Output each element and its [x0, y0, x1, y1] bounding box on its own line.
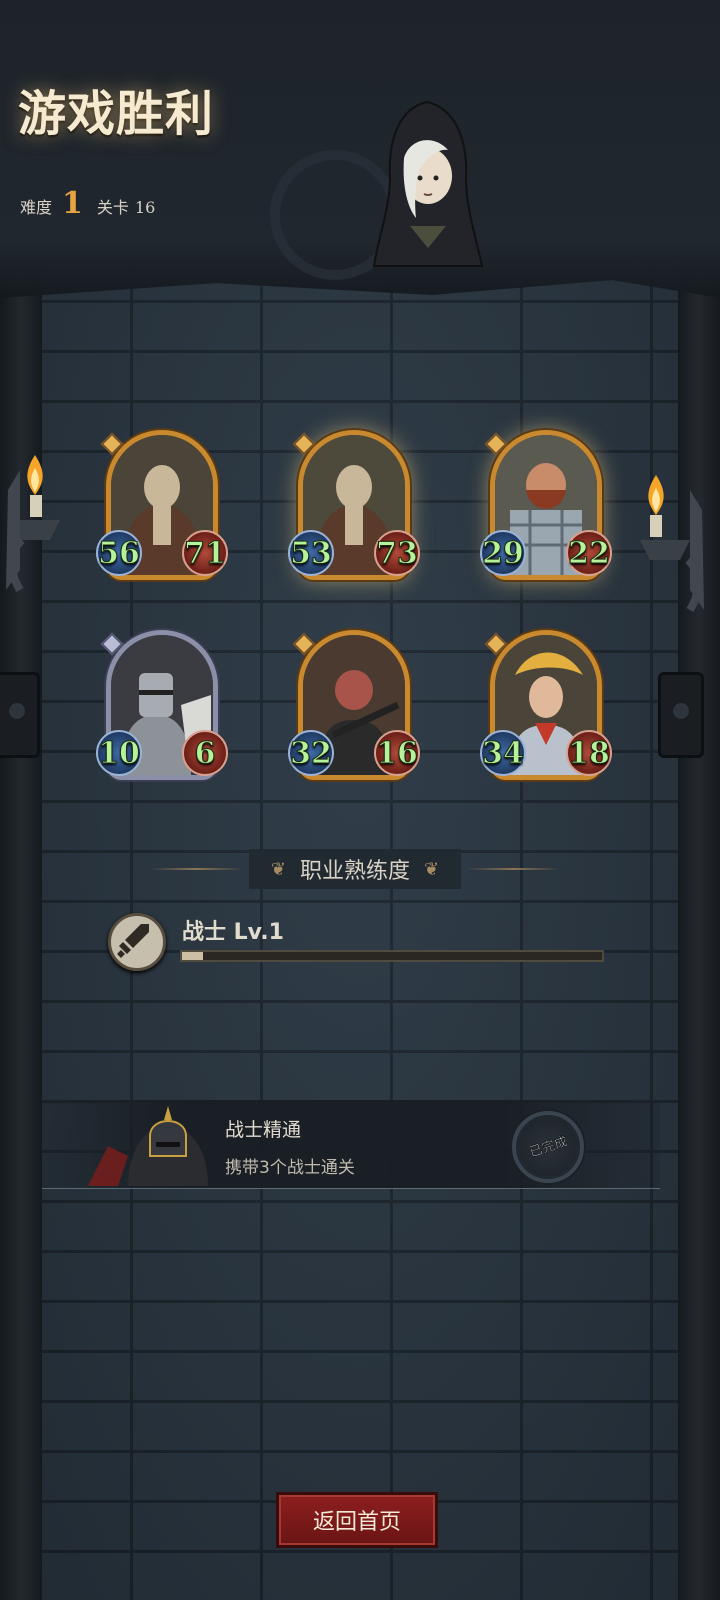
- attack-value: 32: [290, 736, 333, 772]
- attack-badge: 53: [288, 530, 334, 576]
- health-badge: 6: [182, 730, 228, 776]
- heading-box: ❦ 职业熟练度 ❦: [248, 849, 462, 889]
- party-card-3[interactable]: 29 22: [480, 430, 612, 580]
- attack-badge: 29: [480, 530, 526, 576]
- health-value: 73: [376, 536, 419, 572]
- class-level-label: 战士 Lv.1: [182, 920, 284, 945]
- achievement-title: 战士精通: [225, 1119, 302, 1141]
- attack-badge: 10: [96, 730, 142, 776]
- left-torch: [6, 455, 60, 593]
- attack-badge: 34: [480, 730, 526, 776]
- left-door-hinge: [0, 672, 40, 758]
- attack-badge: 56: [96, 530, 142, 576]
- attack-value: 34: [482, 736, 525, 772]
- attack-value: 56: [98, 536, 141, 572]
- right-torch: [640, 475, 704, 613]
- return-home-button[interactable]: 返回首页: [276, 1492, 438, 1548]
- health-badge: 22: [566, 530, 612, 576]
- difficulty-value: 1: [62, 186, 83, 221]
- completed-stamp: 已完成: [512, 1111, 584, 1183]
- page-title: 游戏胜利: [18, 86, 215, 142]
- stage-label: 关卡: [96, 198, 129, 217]
- health-badge: 18: [566, 730, 612, 776]
- proficiency-progress-fill: [182, 952, 203, 960]
- heading-divider-right: [467, 868, 561, 870]
- curl-left-icon: ❦: [270, 858, 286, 880]
- hooded-hero-portrait: [372, 100, 484, 267]
- attack-value: 29: [482, 536, 525, 572]
- party-card-6[interactable]: 34 18: [480, 630, 612, 780]
- health-value: 71: [184, 536, 227, 572]
- warrior-achievement-art: [88, 1106, 208, 1186]
- attack-badge: 32: [288, 730, 334, 776]
- health-value: 16: [376, 736, 419, 772]
- achievement-description: 携带3个战士通关: [225, 1158, 355, 1178]
- health-value: 22: [568, 536, 611, 572]
- curl-right-icon: ❦: [424, 858, 440, 880]
- party-card-5[interactable]: 32 16: [288, 630, 420, 780]
- difficulty-label: 难度: [20, 198, 53, 217]
- sword-icon: [108, 913, 166, 971]
- right-door-hinge: [658, 672, 704, 758]
- party-card-2[interactable]: 53 73: [288, 430, 420, 580]
- completed-stamp-text: 已完成: [527, 1134, 570, 1161]
- run-info: 难度 1 关卡 16: [20, 186, 155, 221]
- health-badge: 71: [182, 530, 228, 576]
- proficiency-heading: ❦ 职业熟练度 ❦: [150, 849, 561, 889]
- proficiency-heading-text: 职业熟练度: [300, 859, 411, 884]
- health-badge: 16: [374, 730, 420, 776]
- attack-value: 53: [290, 536, 333, 572]
- health-value: 6: [194, 736, 216, 772]
- attack-value: 10: [98, 736, 141, 772]
- party-card-1[interactable]: 56 71: [96, 430, 228, 580]
- health-value: 18: [568, 736, 611, 772]
- health-badge: 73: [374, 530, 420, 576]
- heading-divider-left: [150, 868, 243, 870]
- proficiency-progress-bar: [180, 950, 604, 962]
- party-card-4[interactable]: 10 6: [96, 630, 228, 780]
- stage-value: 16: [134, 198, 156, 217]
